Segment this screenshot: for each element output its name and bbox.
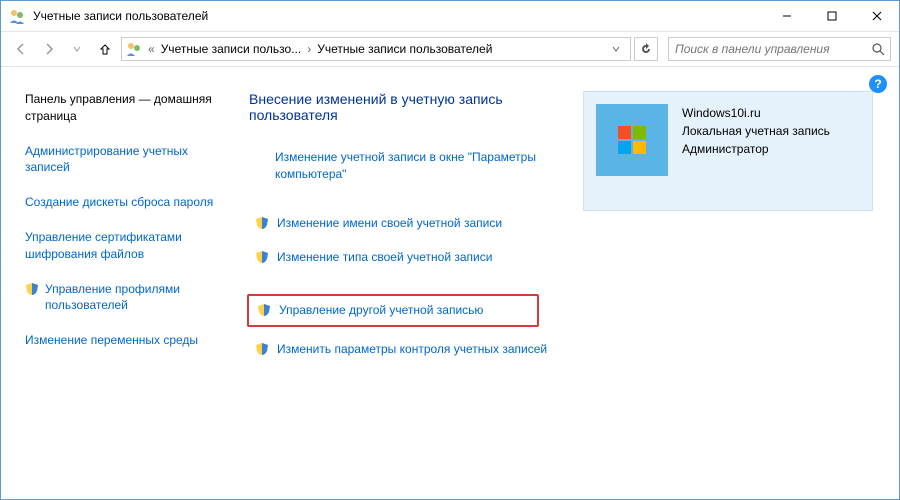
control-panel-home-link[interactable]: Панель управления — домашняя страница — [25, 91, 229, 125]
link-change-account-type[interactable]: Изменение типа своей учетной записи — [277, 249, 492, 266]
refresh-button[interactable] — [634, 37, 658, 61]
user-name: Windows10i.ru — [682, 104, 830, 122]
link-change-uac-settings[interactable]: Изменить параметры контроля учетных запи… — [277, 341, 547, 358]
maximize-button[interactable] — [809, 1, 854, 31]
shield-icon — [25, 282, 39, 296]
windows-logo-icon — [614, 122, 650, 158]
chevron-right-icon[interactable]: › — [305, 42, 313, 56]
main-content: Внесение изменений в учетную запись поль… — [241, 67, 899, 499]
sidebar-link-admin-accounts[interactable]: Администрирование учетных записей — [25, 143, 229, 177]
page-title: Внесение изменений в учетную запись поль… — [249, 91, 559, 123]
link-manage-another-account[interactable]: Управление другой учетной записью — [279, 302, 483, 319]
address-bar[interactable]: « Учетные записи пользо... › Учетные зап… — [121, 37, 631, 61]
search-input[interactable] — [669, 42, 866, 56]
link-change-in-pc-settings[interactable]: Изменение учетной записи в окне "Парамет… — [275, 149, 553, 183]
shield-icon — [255, 250, 269, 264]
forward-button[interactable] — [37, 37, 61, 61]
location-icon — [126, 41, 142, 57]
recent-dropdown[interactable] — [65, 37, 89, 61]
search-icon[interactable] — [866, 37, 890, 61]
sidebar-link-user-profiles[interactable]: Управление профилями пользователей — [45, 281, 229, 315]
sidebar-link-env-vars[interactable]: Изменение переменных среды — [25, 332, 229, 349]
link-change-account-name[interactable]: Изменение имени своей учетной записи — [277, 215, 502, 232]
shield-icon — [255, 342, 269, 356]
address-dropdown[interactable] — [606, 44, 626, 54]
sidebar-link-password-reset-disk[interactable]: Создание дискеты сброса пароля — [25, 194, 229, 211]
highlighted-action: Управление другой учетной записью — [247, 294, 539, 327]
navbar: « Учетные записи пользо... › Учетные зап… — [1, 31, 899, 67]
user-accounts-icon — [9, 8, 25, 24]
up-button[interactable] — [93, 37, 117, 61]
window-title: Учетные записи пользователей — [33, 9, 764, 23]
sidebar-link-encryption-certs[interactable]: Управление сертификатами шифрования файл… — [25, 229, 229, 263]
help-icon[interactable]: ? — [869, 75, 887, 93]
user-role: Администратор — [682, 140, 830, 158]
shield-icon — [255, 216, 269, 230]
minimize-button[interactable] — [764, 1, 809, 31]
breadcrumb-2[interactable]: Учетные записи пользователей — [317, 42, 492, 56]
breadcrumb-1[interactable]: Учетные записи пользо... — [161, 42, 302, 56]
user-account-type: Локальная учетная запись — [682, 122, 830, 140]
search-box[interactable] — [668, 37, 891, 61]
back-button[interactable] — [9, 37, 33, 61]
titlebar: Учетные записи пользователей — [1, 1, 899, 31]
breadcrumb-sep: « — [146, 42, 157, 56]
user-card: Windows10i.ru Локальная учетная запись А… — [583, 91, 873, 211]
close-button[interactable] — [854, 1, 899, 31]
shield-icon — [257, 303, 271, 317]
sidebar: Панель управления — домашняя страница Ад… — [1, 67, 241, 499]
avatar — [596, 104, 668, 176]
